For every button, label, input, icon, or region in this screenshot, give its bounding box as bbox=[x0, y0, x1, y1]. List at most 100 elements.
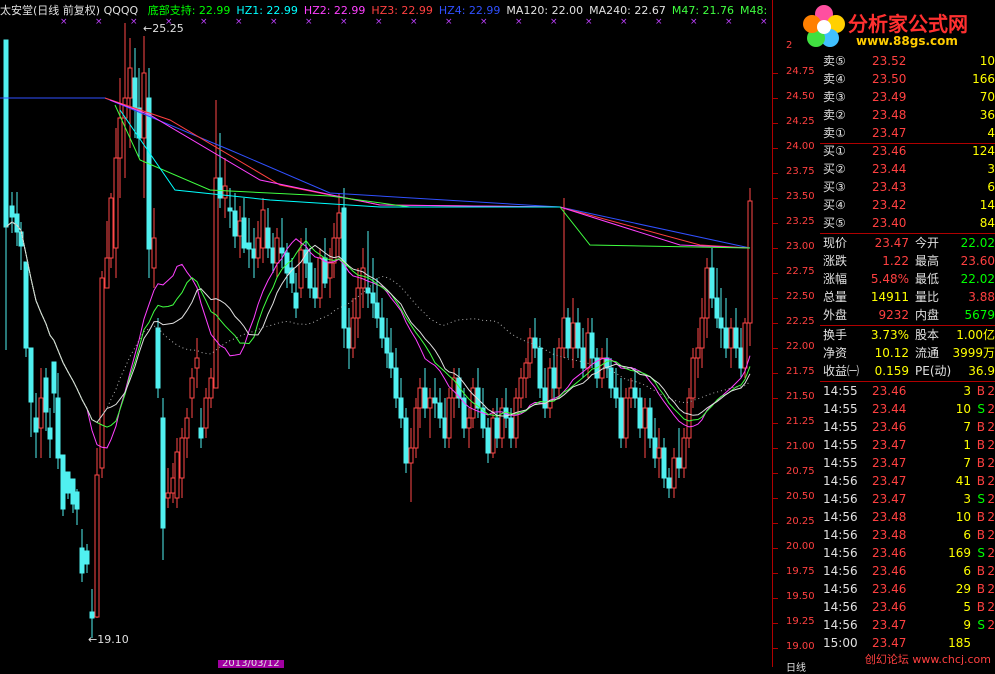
fund-label-2: PE(动) bbox=[915, 364, 952, 378]
candle-body bbox=[632, 387, 638, 399]
tick-time: 14:56 bbox=[823, 546, 858, 560]
tick-price: 23.46 bbox=[872, 564, 907, 578]
candle-body bbox=[537, 347, 543, 389]
y-tick-label: 23.75 bbox=[786, 166, 815, 177]
book-level-label: 买② bbox=[823, 162, 846, 176]
book-volume: 4 bbox=[987, 126, 995, 140]
y-top-label: 2 bbox=[786, 40, 793, 51]
candle-body bbox=[485, 427, 491, 454]
candle-body bbox=[104, 257, 110, 289]
quote-value-2: 22.02 bbox=[960, 272, 995, 286]
tick-qty: 169 bbox=[948, 546, 971, 560]
tick-count: 2 bbox=[987, 492, 995, 506]
y-tick-mark bbox=[772, 348, 778, 349]
tick-count: 2 bbox=[987, 510, 995, 524]
tick-price: 23.46 bbox=[872, 600, 907, 614]
candle-body bbox=[432, 397, 438, 404]
book-volume: 36 bbox=[979, 108, 995, 122]
y-tick-label: 22.75 bbox=[786, 266, 815, 277]
fundamental-row: 收益㈠ 0.159 PE(动) 36.9 bbox=[822, 362, 995, 380]
candle-body bbox=[647, 407, 653, 439]
candle-body bbox=[417, 387, 423, 409]
tick-price: 23.47 bbox=[872, 492, 907, 506]
fund-value-2: 36.9 bbox=[968, 364, 995, 378]
fundamental-row: 净资 10.12 流通 3999万 bbox=[822, 344, 995, 362]
tick-time: 14:55 bbox=[823, 420, 858, 434]
tick-count: 2 bbox=[987, 384, 995, 398]
quote-row: 涨幅 5.48% 最低 22.02 bbox=[822, 270, 995, 288]
book-level-label: 卖③ bbox=[823, 90, 846, 104]
marker-x: × bbox=[725, 17, 733, 27]
quote-value: 14911 bbox=[870, 290, 909, 304]
marker-x: × bbox=[60, 17, 68, 27]
quote-row: 总量 14911 量比 3.88 bbox=[822, 288, 995, 306]
candle-body bbox=[642, 407, 648, 429]
kline-chart[interactable]: × × × × × × × × × × × × × × × × × × × × × 太安堂(日线 前复权) QQQQ 底… bbox=[0, 0, 772, 668]
book-volume: 6 bbox=[987, 180, 995, 194]
candle-body bbox=[9, 205, 15, 218]
book-volume: 70 bbox=[979, 90, 995, 104]
candle-body bbox=[117, 117, 123, 159]
tick-row: 14:56 23.46 5 B 2 bbox=[822, 598, 995, 616]
quote-value-2: 3.88 bbox=[968, 290, 995, 304]
fund-label: 净资 bbox=[823, 346, 848, 360]
indicator-7: M47: 21.76 bbox=[671, 4, 735, 17]
candle-body bbox=[427, 397, 433, 409]
marker-x: × bbox=[760, 17, 768, 27]
tick-qty: 6 bbox=[963, 528, 971, 542]
candle-body bbox=[388, 352, 394, 369]
tick-qty: 3 bbox=[963, 492, 971, 506]
tick-count: 2 bbox=[987, 546, 995, 560]
kline-svg[interactable]: × × × × × × × × × × × × × × × × × × × × × bbox=[0, 0, 772, 667]
book-level-label: 买④ bbox=[823, 198, 846, 212]
order-book-row: 买④ 23.42 14 bbox=[822, 196, 995, 214]
y-tick-label: 24.75 bbox=[786, 66, 815, 77]
y-tick-mark bbox=[772, 523, 778, 524]
y-tick-mark bbox=[772, 473, 778, 474]
candle-body bbox=[336, 212, 342, 239]
candle-body bbox=[408, 447, 414, 464]
fund-value-2: 1.00亿 bbox=[956, 328, 995, 342]
marker-x: × bbox=[235, 17, 243, 27]
y-tick-label: 24.50 bbox=[786, 91, 815, 102]
y-tick-mark bbox=[772, 423, 778, 424]
candle-body bbox=[350, 317, 356, 349]
y-tick-label: 22.25 bbox=[786, 316, 815, 327]
flower-logo-icon bbox=[803, 5, 845, 47]
candle-body bbox=[666, 477, 672, 489]
tick-qty: 41 bbox=[955, 474, 971, 488]
quote-label-2: 量比 bbox=[915, 290, 940, 304]
candle-body bbox=[585, 332, 591, 369]
candle-body bbox=[637, 397, 643, 429]
candle-body bbox=[393, 367, 399, 399]
tick-side: B bbox=[976, 510, 985, 524]
y-tick-label: 21.00 bbox=[786, 441, 815, 452]
candle-body bbox=[89, 611, 95, 619]
book-level-label: 买③ bbox=[823, 180, 846, 194]
book-volume: 124 bbox=[972, 144, 995, 158]
tick-time: 14:55 bbox=[823, 384, 858, 398]
candle-body bbox=[194, 357, 200, 369]
tick-count: 2 bbox=[987, 456, 995, 470]
tick-time: 14:56 bbox=[823, 510, 858, 524]
order-book-row: 买③ 23.43 6 bbox=[822, 178, 995, 196]
tick-qty: 185 bbox=[948, 636, 971, 650]
marker-x: × bbox=[340, 17, 348, 27]
candle-body bbox=[94, 474, 100, 618]
tick-qty: 6 bbox=[963, 564, 971, 578]
high-annotation: ←25.25 bbox=[143, 22, 184, 35]
y-tick-label: 24.00 bbox=[786, 141, 815, 152]
tick-qty: 10 bbox=[955, 402, 971, 416]
tick-side: B bbox=[976, 438, 985, 452]
tick-count: 2 bbox=[987, 528, 995, 542]
ma-line-white bbox=[5, 221, 751, 424]
book-price: 23.43 bbox=[872, 180, 907, 194]
quote-value: 23.47 bbox=[874, 236, 909, 250]
marker-x: × bbox=[515, 17, 523, 27]
marker-x: × bbox=[270, 17, 278, 27]
tick-qty: 1 bbox=[963, 438, 971, 452]
candle-body bbox=[307, 262, 313, 289]
candle-body bbox=[213, 177, 219, 389]
tick-row: 14:55 23.46 3 B 2 bbox=[822, 382, 995, 400]
tick-count: 2 bbox=[987, 474, 995, 488]
